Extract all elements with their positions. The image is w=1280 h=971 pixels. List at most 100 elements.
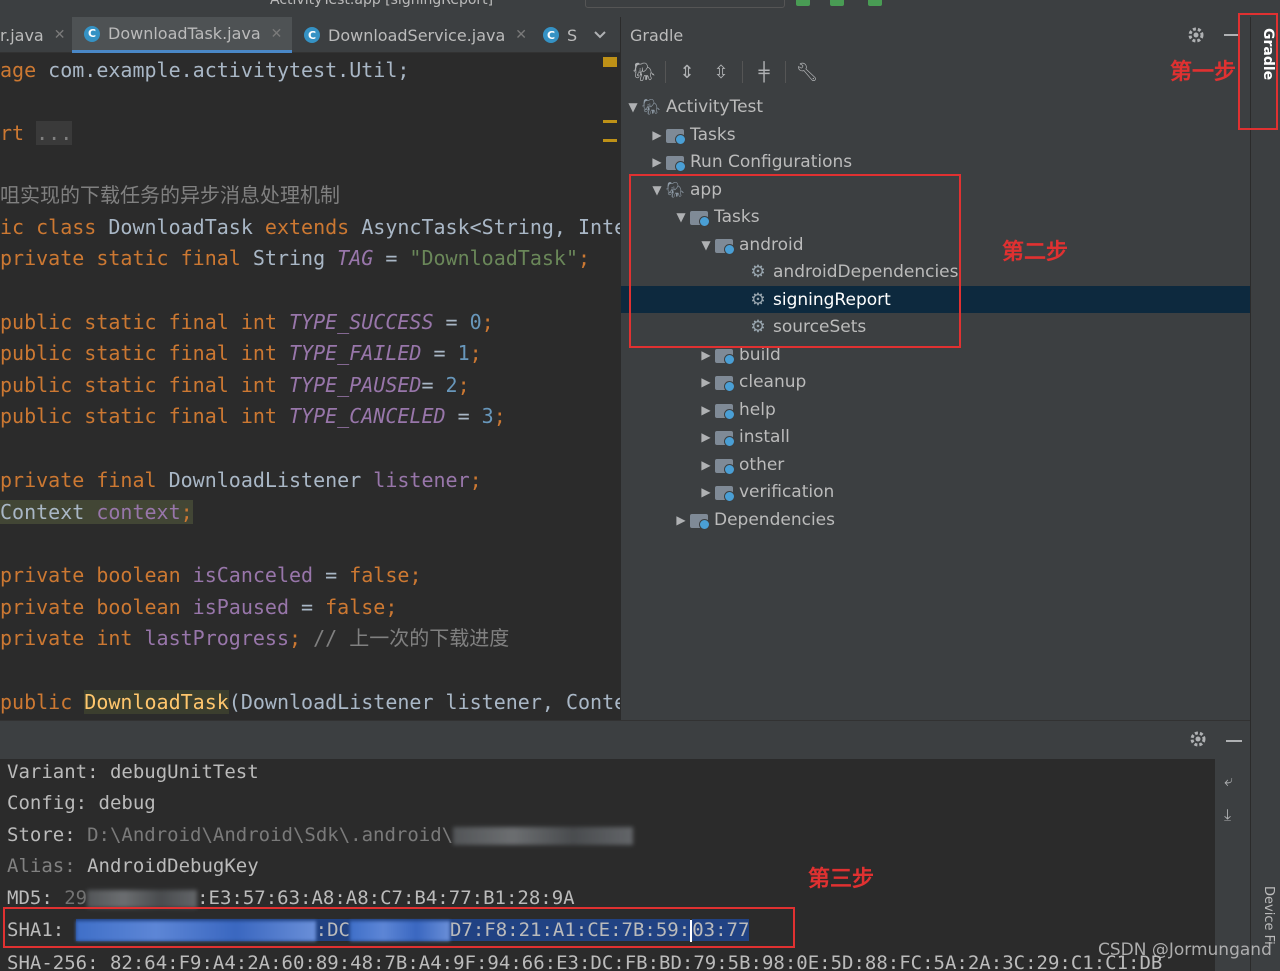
collapsed-arrow-icon[interactable]: ▶ (649, 128, 665, 142)
tree-node-activitytest[interactable]: ▼ 🐘︎ ActivityTest (621, 93, 1251, 120)
debug-icon[interactable] (830, 0, 844, 6)
annotation-step2: 第二步 (1002, 240, 1069, 265)
tab-downloadservice-java[interactable]: C DownloadService.java ✕ (302, 17, 532, 53)
tree-node-run-configurations[interactable]: ▶ Run Configurations (621, 148, 1251, 175)
right-tool-stripe (1250, 17, 1280, 971)
separator (742, 61, 743, 83)
expand-all-icon[interactable]: ⇕ (674, 59, 700, 85)
tab-s[interactable]: CS (543, 17, 583, 53)
hide-icon[interactable] (1226, 740, 1242, 742)
scroll-to-end-icon[interactable]: ⤓ (1224, 805, 1242, 824)
editor-tab-bar: r.java ✕ C DownloadTask.java ✕ C DownloadSer… (0, 17, 620, 53)
code-line: private boolean isPaused = false; (0, 595, 398, 619)
code-editor[interactable]: age com.example.activitytest.Util; rt ..… (0, 53, 620, 720)
redacted-blur (453, 826, 634, 845)
annotation-box-step1 (1238, 13, 1278, 130)
annotation-box-step3 (3, 907, 795, 948)
code-line: public DownloadTask(DownloadListener lis… (0, 690, 620, 714)
gear-icon[interactable] (1186, 25, 1206, 45)
task-group-icon (714, 483, 735, 502)
code-line: private boolean isCanceled = false; (0, 563, 422, 587)
task-group-icon (714, 346, 735, 365)
code-line: public static final int TYPE_FAILED = 1; (0, 341, 482, 365)
gradle-project-icon: 🐘︎ (641, 97, 661, 116)
tab-downloadtask-java[interactable]: C DownloadTask.java ✕ (72, 17, 292, 53)
collapsed-arrow-icon[interactable]: ▶ (698, 458, 714, 472)
console-line-variant: Variant: debugUnitTest (7, 761, 259, 783)
task-group-icon (714, 428, 735, 447)
collapsed-arrow-icon[interactable]: ▶ (673, 513, 689, 527)
code-line: private static final String TAG = "Downl… (0, 246, 591, 270)
profile-icon[interactable] (868, 0, 882, 6)
tab-r-java[interactable]: r.java ✕ (0, 17, 68, 53)
toggle-offline-icon[interactable]: ╪ (751, 59, 777, 85)
code-line: age com.example.activitytest.Util; (0, 58, 410, 82)
collapse-all-icon[interactable]: ⇳ (708, 59, 734, 85)
tree-node-cleanup[interactable]: ▶ cleanup (621, 368, 1251, 395)
class-icon: C (543, 27, 559, 43)
run-icon[interactable] (796, 0, 810, 6)
top-toolbar: ActivityTest.app [signingReport] (0, 0, 1280, 17)
close-icon[interactable]: ✕ (271, 26, 283, 42)
wrench-icon[interactable]: 🔧︎ (794, 59, 820, 85)
tree-node-tasks[interactable]: ▶ Tasks (621, 121, 1251, 148)
task-group-icon (714, 373, 735, 392)
warning-mark[interactable] (603, 120, 617, 123)
separator (785, 61, 786, 83)
warning-mark[interactable] (603, 139, 617, 142)
panel-title: Gradle (630, 25, 684, 45)
tasks-folder-icon (665, 126, 686, 145)
collapsed-arrow-icon[interactable]: ▶ (698, 375, 714, 389)
task-group-icon (714, 456, 735, 475)
task-group-icon (714, 401, 735, 420)
gradle-elephant-icon[interactable]: 🐘︎ (631, 59, 657, 85)
console-line-sha256: SHA-256: 82:64:F9:A4:2A:60:89:48:7B:A4:9… (7, 952, 1163, 971)
gradle-panel: Gradle 🐘︎ ⇕ ⇳ ╪ 🔧︎ ▼ 🐘︎ ActivityTest ▶ Task… (620, 17, 1251, 720)
watermark: CSDN @Jormungand (1098, 940, 1272, 960)
close-icon[interactable]: ✕ (54, 27, 66, 43)
console-header (0, 721, 1250, 759)
soft-wrap-icon[interactable]: ⤶ (1224, 771, 1242, 790)
dependencies-icon (689, 511, 710, 530)
warning-mark[interactable] (603, 57, 617, 67)
code-line: rt ... (0, 121, 73, 145)
code-line: public static final int TYPE_CANCELED = … (0, 404, 506, 428)
expanded-arrow-icon[interactable]: ▼ (625, 100, 641, 114)
code-line: public static final int TYPE_SUCCESS = 0… (0, 310, 494, 334)
redacted-blur (87, 889, 198, 908)
console-line-config: Config: debug (7, 792, 156, 814)
search-field[interactable] (585, 0, 785, 8)
class-icon: C (304, 27, 320, 43)
class-icon: C (84, 25, 100, 42)
code-line: private int lastProgress; // 上一次的下载进度 (0, 626, 510, 650)
tree-node-dependencies[interactable]: ▶ Dependencies (621, 506, 1251, 533)
collapsed-arrow-icon[interactable]: ▶ (698, 403, 714, 417)
collapsed-arrow-icon[interactable]: ▶ (698, 430, 714, 444)
separator (665, 61, 666, 83)
tree-node-install[interactable]: ▶ install (621, 423, 1251, 450)
gradle-toolbar: 🐘︎ ⇕ ⇳ ╪ 🔧︎ (621, 53, 1251, 91)
folded-imports[interactable]: ... (36, 121, 73, 145)
console-line-store: Store: D:\Android\Android\Sdk\.android\ (7, 820, 634, 850)
tree-node-other[interactable]: ▶ other (621, 451, 1251, 478)
run-config-selector[interactable]: ActivityTest.app [signingReport] (270, 0, 493, 8)
collapsed-arrow-icon[interactable]: ▶ (649, 155, 665, 169)
code-line: public static final int TYPE_PAUSED= 2; (0, 373, 470, 397)
annotation-box-step2 (629, 174, 961, 348)
code-line: private final DownloadListener listener; (0, 468, 482, 492)
gradle-panel-header: Gradle (621, 17, 1251, 53)
tree-node-help[interactable]: ▶ help (621, 396, 1251, 423)
code-line: Context context; (0, 500, 193, 524)
code-comment: 咀实现的下载任务的异步消息处理机制 (0, 183, 340, 207)
tree-node-verification[interactable]: ▶ verification (621, 478, 1251, 505)
code-line: ic class DownloadTask extends AsyncTask<… (0, 215, 620, 239)
gear-icon[interactable] (1188, 729, 1208, 749)
error-stripe (600, 53, 620, 203)
chevron-down-icon[interactable] (592, 26, 608, 42)
collapsed-arrow-icon[interactable]: ▶ (698, 485, 714, 499)
annotation-step3: 第三步 (808, 867, 875, 892)
close-icon[interactable]: ✕ (515, 27, 527, 43)
collapsed-arrow-icon[interactable]: ▶ (698, 348, 714, 362)
console-line-alias: Alias: AndroidDebugKey (7, 855, 259, 877)
folder-icon (665, 153, 686, 172)
